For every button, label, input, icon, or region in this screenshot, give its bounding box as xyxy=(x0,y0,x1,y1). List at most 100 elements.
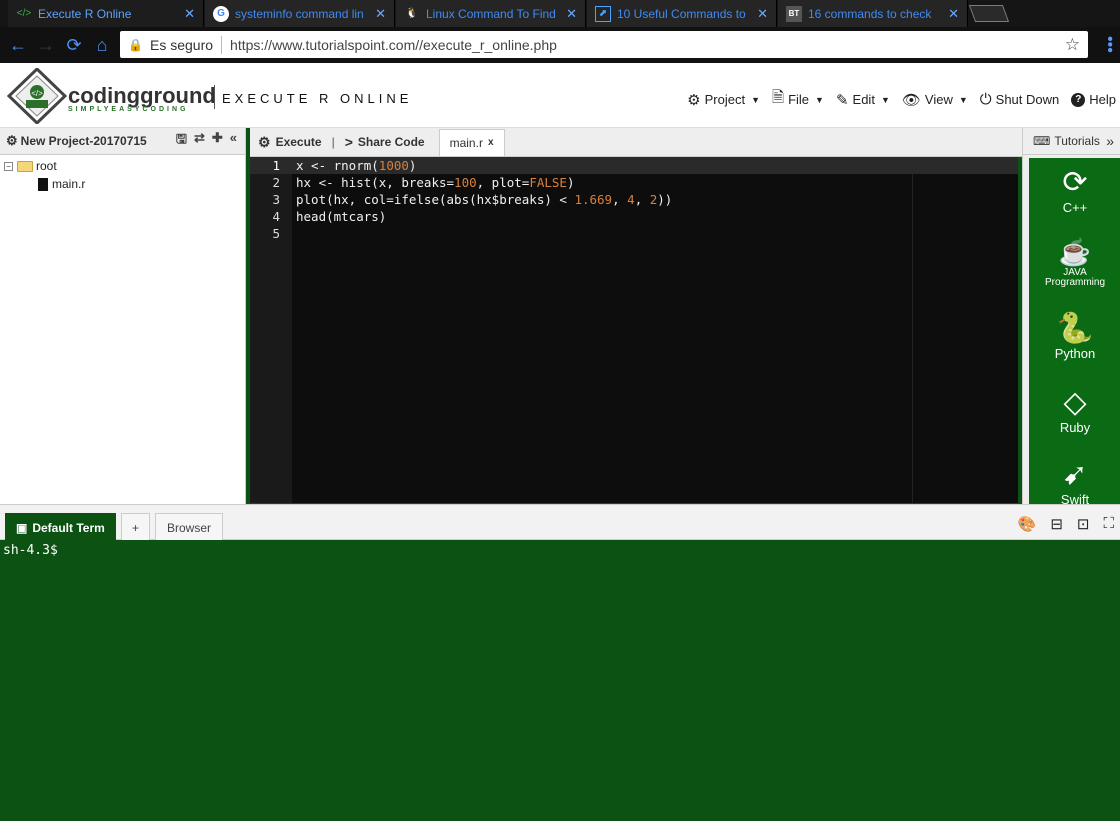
tutorials-title: Tutorials xyxy=(1054,134,1100,148)
share-code-button[interactable]: > Share Code xyxy=(337,134,433,150)
tutorial-swift[interactable]: ➹ Swift xyxy=(1029,458,1120,504)
tab-main-r[interactable]: main.r x xyxy=(438,128,505,156)
close-tab-icon[interactable]: ✕ xyxy=(184,6,195,22)
gear-icon[interactable]: ⚙ xyxy=(6,133,18,149)
refresh-icon[interactable]: ⇄ xyxy=(194,130,205,152)
tab-label: Default Term xyxy=(32,520,105,535)
execute-button[interactable]: ⚙ Execute xyxy=(250,134,330,151)
tab-title: systeminfo command lin xyxy=(235,6,364,21)
tree-folder-root[interactable]: − root xyxy=(4,157,241,175)
menu-file[interactable]: 🗎 File ▼ xyxy=(772,87,824,112)
editor-toolbar: ⚙ Execute | > Share Code main.r x xyxy=(250,128,1022,157)
close-tab-icon[interactable]: ✕ xyxy=(375,6,386,22)
line-number: 3 xyxy=(272,192,280,207)
bookmark-star-icon[interactable]: ☆ xyxy=(1065,35,1080,55)
header-divider xyxy=(214,85,215,109)
menu-edit[interactable]: ✎ Edit ▼ xyxy=(836,91,890,109)
close-tab-icon[interactable]: ✕ xyxy=(948,6,959,22)
expand-icon[interactable]: » xyxy=(1106,133,1114,149)
tutorial-ruby[interactable]: ◇ Ruby xyxy=(1029,386,1120,435)
url-field[interactable]: 🔒 Es seguro https://www.tutorialspoint.c… xyxy=(120,31,1088,58)
execute-label: Execute xyxy=(275,135,322,149)
google-icon: G xyxy=(213,5,229,22)
collapse-toggle-icon[interactable]: − xyxy=(4,161,13,171)
tutorial-java[interactable]: ☕ JAVA Programming xyxy=(1029,236,1120,288)
code-text: hx <- hist(x, breaks=100, plot=FALSE) xyxy=(296,175,575,190)
reload-icon[interactable]: ⟳ xyxy=(60,31,88,59)
file-icon xyxy=(38,177,48,191)
power-icon: ⏻ xyxy=(979,91,992,108)
fullscreen-icon[interactable]: ⛶ xyxy=(1103,515,1114,533)
code-editor[interactable]: 1 x <- rnorm(1000) 2 hx <- hist(x, break… xyxy=(250,157,1018,503)
terminal-output[interactable]: sh-4.3$ xyxy=(0,540,1120,821)
browser-tab-16-commands[interactable]: BT 16 commands to check ✕ xyxy=(778,0,968,27)
tutorial-label: Python xyxy=(1054,346,1096,361)
browser-menu-icon[interactable]: ••• xyxy=(1101,36,1118,53)
menu-label: Edit xyxy=(852,92,875,107)
gears-icon: ⚙ xyxy=(258,133,271,150)
file-tab-label: main.r xyxy=(449,135,483,150)
code-line: 4 head(mtcars) xyxy=(250,208,1018,225)
code-text: x <- rnorm(1000) xyxy=(296,158,417,173)
tab-label: Browser xyxy=(167,520,212,535)
tutorial-label: Ruby xyxy=(1059,420,1091,435)
project-toolbar: ⚙ New Project-20170715 🖫 ⇄ ✚ « xyxy=(0,128,245,155)
tutorial-python[interactable]: 🐍 Python xyxy=(1029,312,1120,361)
tab-title: Linux Command To Find xyxy=(426,6,556,21)
minimize-icon[interactable]: ⊟ xyxy=(1050,515,1063,533)
close-icon[interactable]: x xyxy=(488,137,494,148)
tutorials-header: ⌨ Tutorials » xyxy=(1023,128,1120,155)
tab-browser[interactable]: Browser xyxy=(155,513,224,541)
top-menu: ⚙ Project ▼ 🗎 File ▼ ✎ Edit ▼ 👁 View ▼ ⏻… xyxy=(687,87,1120,112)
brand-text: codingground xyxy=(68,83,216,108)
browser-tab-systeminfo[interactable]: G systeminfo command lin ✕ xyxy=(205,0,395,27)
close-tab-icon[interactable]: ✕ xyxy=(757,6,768,22)
url-text: https://www.tutorialspoint.com//execute_… xyxy=(230,36,557,53)
palette-icon[interactable]: 🎨 xyxy=(1018,515,1037,533)
browser-tab-strip: </> Execute R Online ✕ G systeminfo comm… xyxy=(0,0,1120,27)
new-tab-button[interactable] xyxy=(968,5,1010,22)
close-tab-icon[interactable]: ✕ xyxy=(566,6,577,22)
site-icon: ⬈ xyxy=(595,5,611,22)
project-name[interactable]: New Project-20170715 xyxy=(21,134,147,148)
menu-label: Project xyxy=(704,92,746,107)
menu-project[interactable]: ⚙ Project ▼ xyxy=(687,91,760,109)
collapse-icon[interactable]: « xyxy=(230,130,237,152)
menu-view[interactable]: 👁 View ▼ xyxy=(902,91,968,109)
secure-label: Es seguro xyxy=(150,36,214,53)
add-icon[interactable]: ✚ xyxy=(212,130,223,152)
code-text: head(mtcars) xyxy=(296,209,387,224)
tree-file-main[interactable]: main.r xyxy=(4,175,241,193)
folder-label: root xyxy=(36,159,57,173)
back-arrow-icon[interactable]: ← xyxy=(4,31,32,59)
line-number: 4 xyxy=(272,209,280,224)
gear-icon: ⚙ xyxy=(687,91,701,109)
tutorial-cpp[interactable]: ⟳ C++ xyxy=(1029,166,1120,215)
home-icon[interactable]: ⌂ xyxy=(88,31,116,59)
menu-help[interactable]: ? Help xyxy=(1071,92,1116,107)
swift-icon: ➹ xyxy=(1062,458,1088,491)
java-icon: ☕ xyxy=(1058,237,1092,267)
browser-tab-execute-r[interactable]: </> Execute R Online ✕ xyxy=(8,0,204,27)
codingground-logo-icon[interactable]: </> xyxy=(7,68,67,124)
restore-icon[interactable]: ⊡ xyxy=(1077,515,1090,533)
project-tools: 🖫 ⇄ ✚ « xyxy=(176,130,245,152)
menu-shutdown[interactable]: ⏻ Shut Down xyxy=(980,91,1059,108)
save-icon[interactable]: 🖫 xyxy=(176,130,187,152)
line-number: 2 xyxy=(272,175,280,190)
code-icon: </> xyxy=(16,8,32,19)
tab-default-term[interactable]: ▣ Default Term xyxy=(5,513,116,541)
code-line: 5 xyxy=(250,225,1018,242)
divider xyxy=(221,35,223,54)
tutorials-icon: ⌨ xyxy=(1033,134,1051,148)
edit-icon: ✎ xyxy=(835,91,849,109)
add-terminal-button[interactable]: + xyxy=(121,513,151,541)
forward-arrow-icon[interactable]: → xyxy=(32,31,60,59)
code-line: 1 x <- rnorm(1000) xyxy=(250,157,1018,174)
browser-tab-linux-command[interactable]: 🐧 Linux Command To Find ✕ xyxy=(396,0,586,27)
browser-tab-useful-commands[interactable]: ⬈ 10 Useful Commands to ✕ xyxy=(587,0,777,27)
tab-title: 10 Useful Commands to xyxy=(617,6,746,21)
eye-icon: 👁 xyxy=(901,91,921,109)
tutorial-sublabel: Programming xyxy=(1044,277,1106,288)
brand-name: codingground SIMPLYEASYCODING xyxy=(68,83,216,113)
